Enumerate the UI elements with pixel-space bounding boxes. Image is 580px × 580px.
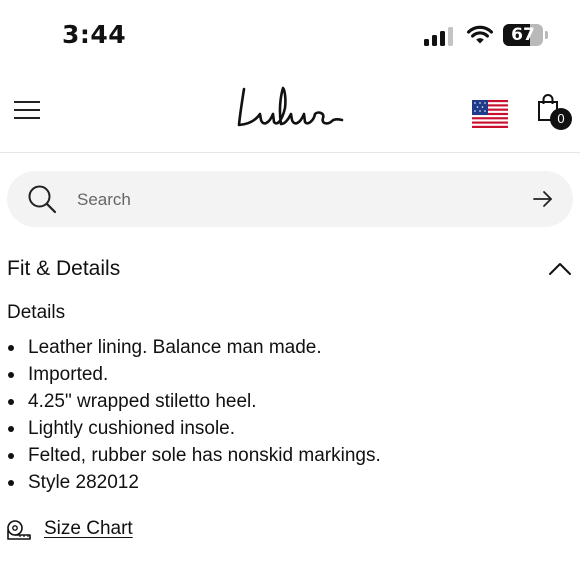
us-flag-icon[interactable]	[472, 100, 508, 128]
chevron-up-icon[interactable]	[548, 260, 572, 276]
search-icon[interactable]	[27, 184, 57, 214]
arrow-right-icon[interactable]	[533, 190, 553, 208]
list-item-text: Leather lining. Balance man made.	[28, 337, 322, 358]
list-item: 4.25" wrapped stiletto heel.	[0, 388, 381, 415]
shopping-bag-button[interactable]: 0	[536, 94, 574, 132]
product-details-page: 3:44 67 0 Search Fit & Details Details L…	[0, 0, 580, 580]
list-item-text: 4.25" wrapped stiletto heel.	[28, 391, 257, 412]
measuring-tape-icon	[7, 520, 31, 540]
size-chart-label[interactable]: Size Chart	[44, 518, 133, 540]
search-input[interactable]	[75, 181, 499, 219]
status-bar: 3:44 67	[0, 0, 580, 72]
section-title: Fit & Details	[7, 257, 121, 280]
lulus-logo[interactable]	[230, 80, 350, 136]
fit-details-accordion-header[interactable]: Fit & Details	[0, 248, 580, 288]
wifi-icon	[467, 25, 493, 44]
hamburger-menu-icon[interactable]	[14, 98, 42, 122]
details-list: Leather lining. Balance man made. Import…	[0, 334, 381, 496]
list-item-text: Style 282012	[28, 472, 139, 493]
list-item-text: Felted, rubber sole has nonskid markings…	[28, 445, 381, 466]
cellular-signal-icon	[424, 27, 453, 46]
list-item: Felted, rubber sole has nonskid markings…	[0, 442, 381, 469]
list-item: Style 282012	[0, 469, 381, 496]
clock: 3:44	[62, 20, 127, 49]
search-bar[interactable]	[7, 171, 573, 227]
list-item: Leather lining. Balance man made.	[0, 334, 381, 361]
cart-count-badge: 0	[550, 108, 572, 130]
list-item-text: Lightly cushioned insole.	[28, 418, 236, 439]
list-item: Lightly cushioned insole.	[0, 415, 381, 442]
list-item-text: Imported.	[28, 364, 109, 385]
site-header: 0	[0, 72, 580, 153]
list-item: Imported.	[0, 361, 381, 388]
battery-percentage: 67	[511, 25, 535, 45]
details-heading: Details	[7, 302, 66, 323]
battery-indicator: 67	[503, 24, 549, 48]
